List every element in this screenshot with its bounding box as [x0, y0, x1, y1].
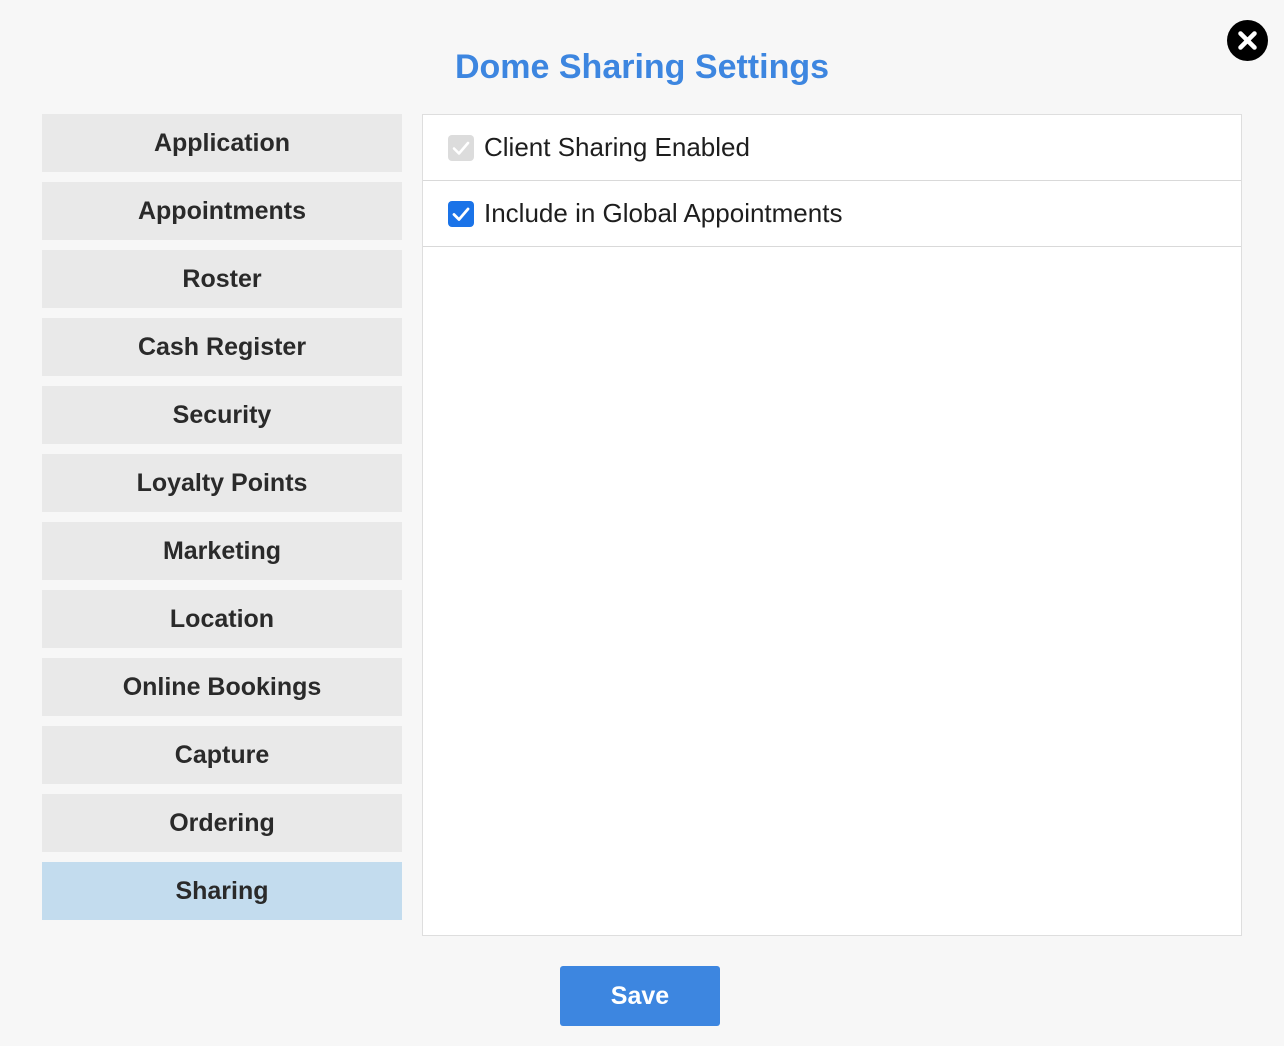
sidebar-item-roster[interactable]: Roster: [42, 250, 402, 308]
checkmark-icon: [452, 141, 470, 155]
close-button[interactable]: [1227, 20, 1268, 61]
global-appointments-label[interactable]: Include in Global Appointments: [484, 198, 842, 229]
sidebar-item-capture[interactable]: Capture: [42, 726, 402, 784]
settings-sidebar: Application Appointments Roster Cash Reg…: [42, 114, 402, 930]
sidebar-item-marketing[interactable]: Marketing: [42, 522, 402, 580]
setting-row-global-appointments: Include in Global Appointments: [423, 181, 1241, 247]
sidebar-item-location[interactable]: Location: [42, 590, 402, 648]
close-icon: [1238, 31, 1257, 50]
global-appointments-checkbox[interactable]: [448, 200, 474, 227]
checkmark-icon: [452, 207, 470, 221]
sidebar-item-loyalty-points[interactable]: Loyalty Points: [42, 454, 402, 512]
sidebar-item-appointments[interactable]: Appointments: [42, 182, 402, 240]
sidebar-item-cash-register[interactable]: Cash Register: [42, 318, 402, 376]
sidebar-item-security[interactable]: Security: [42, 386, 402, 444]
settings-dialog: Dome Sharing Settings Application Appoin…: [0, 0, 1284, 1046]
sidebar-item-online-bookings[interactable]: Online Bookings: [42, 658, 402, 716]
sidebar-item-ordering[interactable]: Ordering: [42, 794, 402, 852]
dialog-title: Dome Sharing Settings: [454, 48, 830, 86]
setting-row-client-sharing: Client Sharing Enabled: [423, 115, 1241, 181]
save-button[interactable]: Save: [560, 966, 720, 1026]
sidebar-item-application[interactable]: Application: [42, 114, 402, 172]
client-sharing-checkbox: [448, 134, 474, 161]
sidebar-item-sharing[interactable]: Sharing: [42, 862, 402, 920]
settings-panel: Client Sharing Enabled Include in Global…: [422, 114, 1242, 936]
client-sharing-label: Client Sharing Enabled: [484, 132, 750, 162]
